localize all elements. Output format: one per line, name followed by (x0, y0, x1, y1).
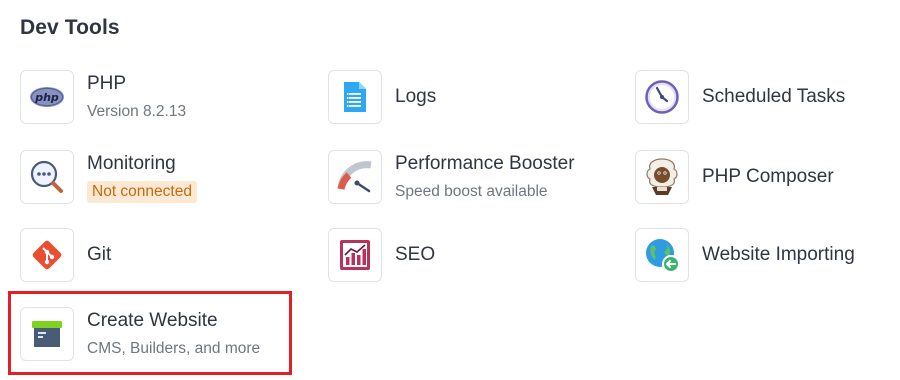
scheduled-tasks-title: Scheduled Tasks (702, 86, 846, 107)
git-icon (20, 228, 74, 282)
tool-php-composer[interactable]: PHP Composer (635, 150, 834, 204)
logs-title: Logs (395, 86, 437, 107)
seo-title: SEO (395, 244, 436, 265)
php-title: PHP (87, 72, 127, 94)
performance-booster-subtitle: Speed boost available (395, 182, 548, 200)
performance-booster-title: Performance Booster (395, 152, 575, 174)
create-website-subtitle: CMS, Builders, and more (87, 339, 261, 357)
globe-import-icon (635, 228, 689, 282)
tool-logs[interactable]: Logs (328, 70, 436, 124)
php-icon: php (20, 70, 74, 124)
php-version: Version 8.2.13 (87, 102, 187, 120)
git-title: Git (87, 244, 112, 265)
seo-chart-icon (328, 228, 382, 282)
tool-seo[interactable]: SEO (328, 228, 435, 282)
tool-create-website[interactable]: Create Website CMS, Builders, and more (20, 307, 260, 361)
monitoring-title: Monitoring (87, 152, 176, 174)
speedometer-icon (328, 150, 382, 204)
php-composer-title: PHP Composer (702, 166, 834, 187)
svg-text:php: php (34, 91, 59, 104)
clock-icon (635, 70, 689, 124)
tool-website-importing[interactable]: Website Importing (635, 228, 855, 282)
tool-performance-booster[interactable]: Performance Booster Speed boost availabl… (328, 150, 575, 204)
create-website-title: Create Website (87, 309, 218, 331)
tool-monitoring[interactable]: Monitoring Not connected (20, 150, 197, 204)
monitoring-magnifier-icon (20, 150, 74, 204)
website-box-icon (20, 307, 74, 361)
logs-document-icon (328, 70, 382, 124)
tool-scheduled-tasks[interactable]: Scheduled Tasks (635, 70, 845, 124)
tool-git[interactable]: Git (20, 228, 111, 282)
section-title: Dev Tools (20, 16, 120, 39)
tool-php[interactable]: php PHP Version 8.2.13 (20, 70, 186, 124)
dev-tools-panel: Dev Tools php PHP Version 8.2.13 Logs Sc… (0, 0, 900, 380)
website-importing-title: Website Importing (702, 244, 855, 265)
monitoring-status-badge: Not connected (87, 180, 197, 203)
composer-mascot-icon (635, 150, 689, 204)
